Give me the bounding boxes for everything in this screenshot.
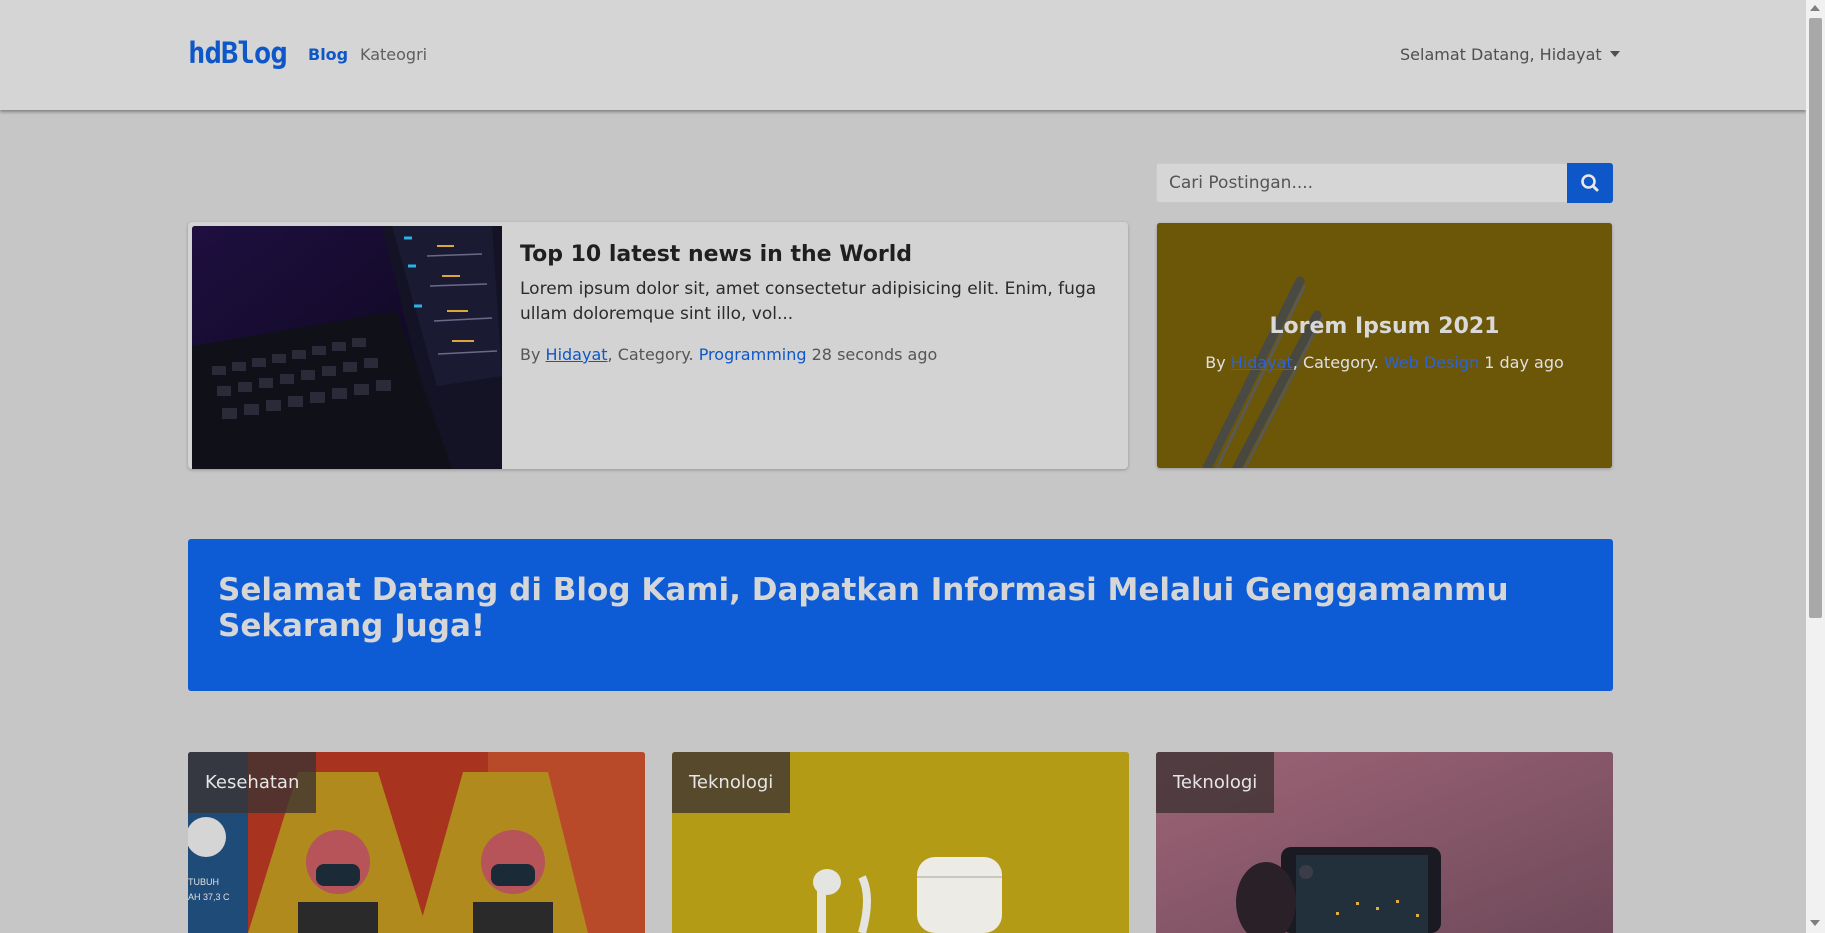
search-icon [1581,174,1599,192]
brand-logo[interactable]: hdBlog [188,36,288,70]
category-link[interactable]: Web Design [1384,353,1479,372]
nav-link-kategori[interactable]: Kateogri [360,45,427,64]
welcome-banner: Selamat Datang di Blog Kami, Dapatkan In… [188,539,1613,691]
pencils-image [1157,223,1612,468]
post-timestamp: 1 day ago [1484,353,1564,372]
meta-category-prefix: , Category. [1292,353,1379,372]
post-card[interactable]: Teknologi [1156,752,1613,933]
category-badge[interactable]: Kesehatan [188,752,317,813]
post-card[interactable]: Teknologi [672,752,1129,933]
post-timestamp: 28 seconds ago [811,345,938,364]
author-link[interactable]: Hidayat [1231,353,1293,372]
user-menu-label: Selamat Datang, Hidayat [1400,45,1602,64]
search-field [1156,163,1567,203]
svg-text:AH 37,3 C: AH 37,3 C [188,892,230,902]
user-menu-dropdown[interactable]: Selamat Datang, Hidayat [1400,45,1620,64]
caret-down-icon [1609,50,1620,57]
featured-post-meta: By Hidayat, Category. Programming 28 sec… [520,345,1110,364]
post-card[interactable]: TUBUH AH 37,3 C Kesehatan [188,752,645,933]
search-input[interactable] [1157,164,1567,202]
featured-post-body: Top 10 latest news in the World Lorem ip… [520,242,1110,364]
featured-post-excerpt: Lorem ipsum dolor sit, amet consectetur … [520,279,1097,324]
side-post-meta: By Hidayat, Category. Web Design 1 day a… [1157,353,1612,372]
side-post-title[interactable]: Lorem Ipsum 2021 [1157,314,1612,339]
featured-post-title[interactable]: Top 10 latest news in the World [520,242,1110,267]
side-post-card[interactable] [1157,223,1612,468]
svg-text:TUBUH: TUBUH [188,877,219,887]
meta-category-prefix: , Category. [607,345,694,364]
scrollbar-thumb[interactable] [1809,18,1822,618]
category-link[interactable]: Programming [699,345,807,364]
laptop-code-image [192,226,502,469]
meta-by: By [520,345,541,364]
nav-link-blog[interactable]: Blog [308,45,348,64]
featured-post-card[interactable]: Top 10 latest news in the World Lorem ip… [188,222,1128,469]
category-badge[interactable]: Teknologi [1156,752,1275,813]
scroll-up-arrow-icon[interactable] [1810,5,1820,11]
author-link[interactable]: Hidayat [546,345,608,364]
welcome-heading: Selamat Datang di Blog Kami, Dapatkan In… [218,572,1509,644]
meta-by: By [1205,353,1226,372]
scroll-down-arrow-icon[interactable] [1810,920,1820,926]
category-badge[interactable]: Teknologi [672,752,791,813]
search-button[interactable] [1567,163,1613,203]
navbar: hdBlog Blog Kateogri Selamat Datang, Hid… [0,0,1806,110]
